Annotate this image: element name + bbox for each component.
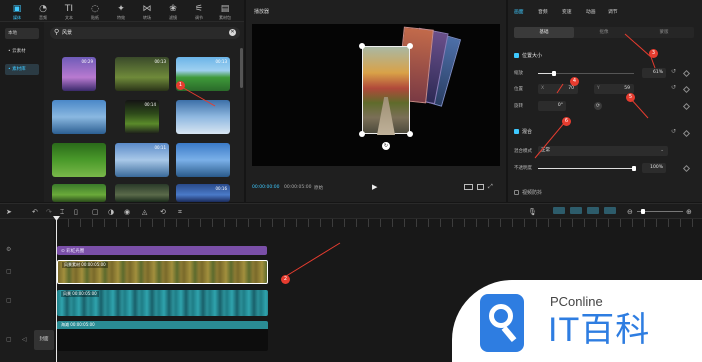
arrow-1 [179,85,216,107]
arrow-4 [556,83,564,94]
pconline-logo-icon [480,294,524,352]
arrow-3b [650,56,656,69]
annotation-6: 6 [562,117,571,126]
watermark: PConline IT百科 [452,280,702,362]
annotation-5: 5 [626,93,635,102]
annotation-1: 1 [176,81,185,90]
annotation-3: 3 [649,49,658,58]
arrow-3 [624,33,652,58]
watermark-title: IT百科 [548,311,651,349]
watermark-brand: PConline [550,294,603,309]
annotation-4: 4 [570,77,579,86]
arrow-2 [282,242,341,279]
arrow-6 [534,121,566,159]
annotation-2: 2 [281,275,290,284]
